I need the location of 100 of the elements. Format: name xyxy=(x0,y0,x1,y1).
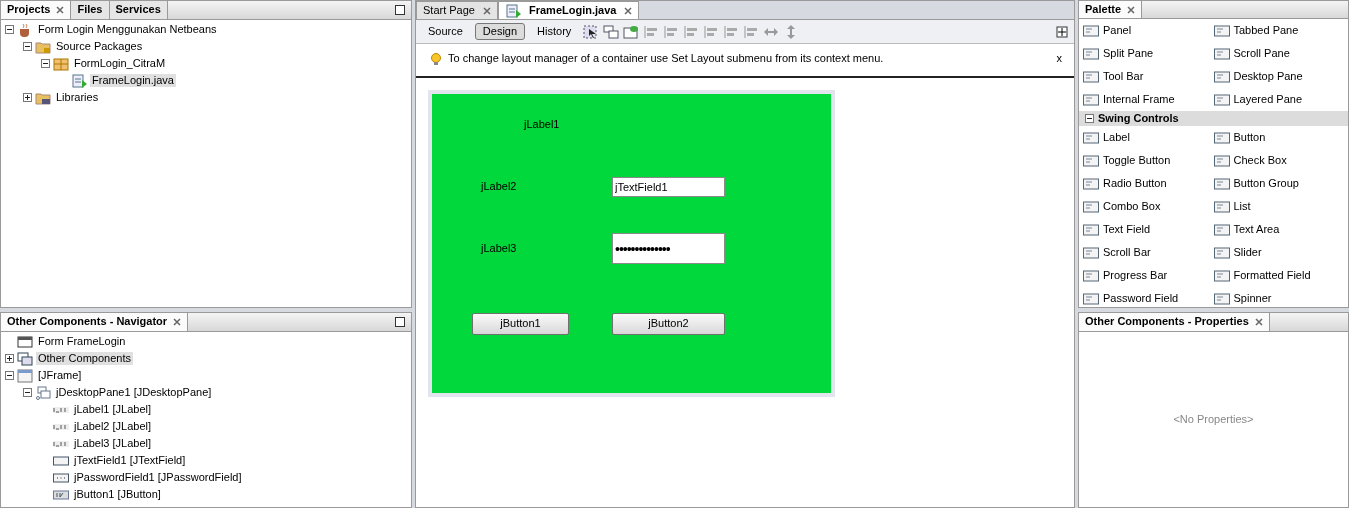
form-button[interactable]: jButton1 xyxy=(472,313,569,335)
component-icon xyxy=(1213,176,1230,191)
collapse-icon[interactable] xyxy=(5,25,14,34)
tree-item[interactable]: jPasswordField1 [JPasswordField] xyxy=(72,470,244,485)
tree-item[interactable]: Other Components xyxy=(36,351,133,366)
component-item[interactable]: Layered Pane xyxy=(1233,93,1302,107)
expand-icon[interactable] xyxy=(5,354,14,363)
component-icon xyxy=(1083,46,1099,61)
form-label: jLabel1 xyxy=(524,118,560,132)
panel-tab[interactable]: Other Components - Properties xyxy=(1079,313,1270,331)
component-item[interactable]: Button xyxy=(1233,131,1266,145)
close-button[interactable]: x xyxy=(1056,52,1062,66)
component-item[interactable]: Password Field xyxy=(1103,292,1179,306)
panel-tab[interactable]: Other Components - Navigator xyxy=(1,313,189,331)
close-icon xyxy=(56,6,65,14)
component-item[interactable]: Label xyxy=(1103,131,1130,145)
component-item[interactable]: Button Group xyxy=(1233,177,1299,191)
tree-item[interactable]: FrameLogin.java xyxy=(90,73,176,88)
component-icon xyxy=(1083,130,1099,145)
window-icon xyxy=(17,334,33,349)
form-label: jLabel2 xyxy=(481,180,517,194)
component-icon xyxy=(1083,199,1099,214)
expand-icon[interactable] xyxy=(23,93,32,102)
tree-item[interactable]: Form Login Menggunakan Netbeans xyxy=(36,22,219,37)
tree-item[interactable]: Source Packages xyxy=(54,39,145,54)
collapse-icon[interactable] xyxy=(23,388,32,397)
component-item[interactable]: Text Field xyxy=(1103,223,1151,237)
component-icon xyxy=(1213,130,1230,145)
view-button[interactable]: Source xyxy=(420,22,471,41)
component-item[interactable]: Tabbed Pane xyxy=(1233,24,1299,38)
component-icon xyxy=(1213,92,1230,107)
align-icon xyxy=(703,24,720,39)
component-icon xyxy=(1083,69,1099,84)
component-icon xyxy=(1213,153,1230,168)
tree-item[interactable]: FormLogin_CitraM xyxy=(72,56,168,71)
component-icon xyxy=(1083,245,1099,260)
component-item[interactable]: Split Pane xyxy=(1103,47,1154,61)
close-icon xyxy=(624,6,633,15)
component-icon xyxy=(1213,222,1230,237)
component-item[interactable]: Radio Button xyxy=(1103,177,1167,191)
form-label: jLabel3 xyxy=(481,242,517,256)
folder-icon xyxy=(35,39,51,54)
tree-item[interactable]: Form FrameLogin xyxy=(36,334,128,349)
component-item[interactable]: Tool Bar xyxy=(1103,70,1144,84)
close-icon xyxy=(483,6,491,15)
minimize-button[interactable] xyxy=(395,317,405,327)
form-button[interactable]: jButton2 xyxy=(612,313,725,335)
align-icon xyxy=(743,24,760,39)
password-field[interactable]: •••••••••••••• xyxy=(612,233,725,264)
component-icon xyxy=(1083,222,1099,237)
component-item[interactable]: Scroll Pane xyxy=(1233,47,1290,61)
palette-tab[interactable]: Palette xyxy=(1079,1,1143,19)
component-item[interactable]: Spinner xyxy=(1233,292,1272,306)
empty-message: <No Properties> xyxy=(1173,412,1254,427)
collapse-icon[interactable] xyxy=(1085,114,1094,124)
component-item[interactable]: Formatted Field xyxy=(1233,269,1311,283)
component-icon xyxy=(1213,23,1230,38)
component-item[interactable]: Scroll Bar xyxy=(1103,246,1151,260)
button-icon xyxy=(53,487,69,502)
component-icon xyxy=(1083,23,1099,38)
file-icon xyxy=(71,73,87,88)
move-icon xyxy=(1054,24,1070,39)
component-item[interactable]: Slider xyxy=(1233,246,1262,260)
component-item[interactable]: Panel xyxy=(1103,24,1132,38)
collapse-icon[interactable] xyxy=(41,59,50,68)
tree-item[interactable]: jDesktopPane1 [JDesktopPane] xyxy=(54,385,214,400)
component-item[interactable]: Combo Box xyxy=(1103,200,1161,214)
view-button[interactable]: Design xyxy=(474,22,526,41)
editor-tab[interactable]: Start Page xyxy=(416,1,498,19)
collapse-icon[interactable] xyxy=(23,42,32,51)
tree-item[interactable]: jLabel3 [JLabel] xyxy=(72,436,154,451)
align-icon xyxy=(643,24,660,39)
tree-item[interactable]: [JFrame] xyxy=(36,368,84,383)
editor-tab[interactable]: FrameLogin.java xyxy=(498,1,640,19)
tree-item[interactable]: jTextField1 [JTextField] xyxy=(72,453,188,468)
file-icon xyxy=(505,3,521,18)
component-item[interactable]: Progress Bar xyxy=(1103,269,1168,283)
align-icon xyxy=(663,24,680,39)
component-icon xyxy=(1213,69,1230,84)
component-item[interactable]: Internal Frame xyxy=(1103,93,1175,107)
minimize-button[interactable] xyxy=(395,5,405,15)
component-item[interactable]: List xyxy=(1233,200,1251,214)
tree-item[interactable]: jLabel2 [JLabel] xyxy=(72,419,154,434)
tree-item[interactable]: jLabel1 [JLabel] xyxy=(72,402,154,417)
collapse-icon[interactable] xyxy=(5,371,14,380)
component-item[interactable]: Toggle Button xyxy=(1103,154,1171,168)
align-icon xyxy=(723,24,740,39)
close-icon xyxy=(1127,5,1136,14)
tree-item[interactable]: jButton1 [JButton] xyxy=(72,487,163,502)
tree-item[interactable]: Libraries xyxy=(54,90,101,105)
view-button[interactable]: History xyxy=(529,22,580,41)
text-field[interactable]: jTextField1 xyxy=(612,177,725,197)
panel-tab[interactable]: Projects xyxy=(1,1,72,19)
hint-text: To change layout manager of a container use Set Layout submenu from its context menu. xyxy=(448,52,884,66)
component-item[interactable]: Check Box xyxy=(1233,154,1287,168)
cursor-icon xyxy=(583,24,600,39)
panel-tab[interactable]: Files xyxy=(71,1,110,19)
panel-tab[interactable]: Services xyxy=(109,1,168,19)
component-item[interactable]: Text Area xyxy=(1233,223,1280,237)
component-item[interactable]: Desktop Pane xyxy=(1233,70,1303,84)
